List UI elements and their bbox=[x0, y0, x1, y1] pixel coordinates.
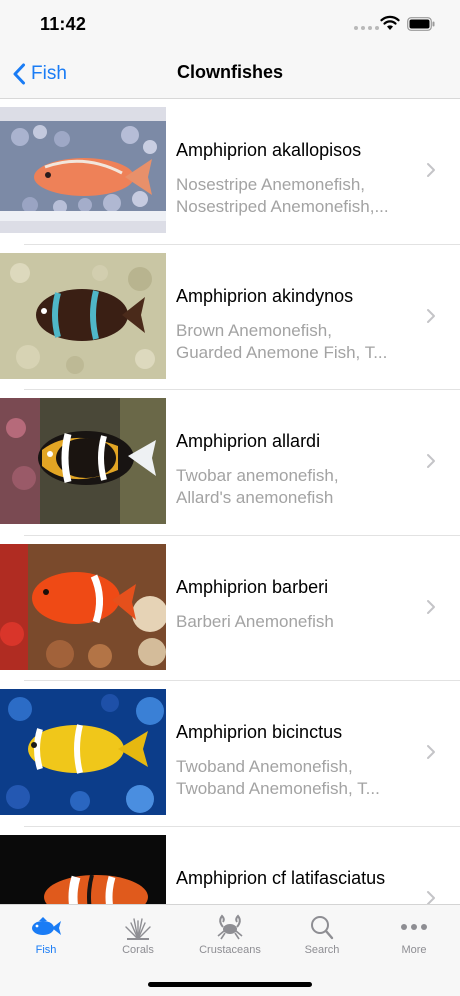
search-icon bbox=[311, 916, 334, 940]
list-item[interactable]: Amphiprion akallopisos Nosestripe Anemon… bbox=[0, 99, 460, 245]
cellular-signal-icon bbox=[354, 26, 379, 30]
fish-thumbnail bbox=[0, 543, 166, 670]
species-name: Amphiprion akindynos bbox=[176, 285, 354, 306]
more-icon bbox=[401, 924, 427, 930]
common-names-line: Twoband Anemonefish, bbox=[176, 757, 353, 777]
fish-thumbnail bbox=[0, 398, 166, 525]
chevron-right-icon bbox=[427, 599, 435, 614]
common-names-line: Twoband Anemonefish, T... bbox=[176, 779, 380, 799]
fish-thumbnail bbox=[0, 689, 166, 816]
fish-icon bbox=[32, 917, 61, 935]
common-names: Twoband Anemonefish, Twoband Anemonefish… bbox=[176, 756, 426, 800]
list-item[interactable]: Amphiprion bicinctus Twoband Anemonefish… bbox=[0, 681, 460, 827]
chevron-right-icon bbox=[427, 745, 435, 760]
species-name: Amphiprion akallopisos bbox=[176, 140, 362, 160]
list-item[interactable]: Amphiprion akindynos Brown Anemonefish, … bbox=[0, 245, 460, 391]
fish-thumbnail bbox=[0, 252, 166, 379]
tab-corals[interactable]: Corals bbox=[92, 905, 184, 965]
common-names-line: Nosestripe Anemonefish, bbox=[176, 175, 365, 194]
chevron-right-icon bbox=[427, 454, 435, 469]
common-names: Barberi Anemonefish bbox=[176, 611, 426, 633]
crab-icon bbox=[217, 914, 243, 940]
chevron-right-icon bbox=[427, 890, 435, 904]
status-time: 11:42 bbox=[40, 14, 87, 34]
common-names: Twobar anemonefish, Allard's anemonefish bbox=[176, 465, 426, 509]
tab-more[interactable]: More bbox=[368, 905, 460, 965]
common-names-line: Brown Anemonefish, bbox=[176, 320, 332, 340]
common-names: Brown Anemonefish, Guarded Anemone Fish,… bbox=[176, 320, 426, 364]
tab-label: More bbox=[401, 944, 427, 956]
tab-label: Corals bbox=[122, 944, 154, 956]
species-name: Amphiprion bicinctus bbox=[176, 722, 343, 743]
species-list[interactable]: Amphiprion akallopisos Nosestripe Anemon… bbox=[0, 99, 460, 904]
wifi-icon bbox=[380, 15, 400, 30]
tab-fish[interactable]: Fish bbox=[0, 905, 92, 965]
list-item[interactable]: Amphiprion barberi Barberi Anemonefish bbox=[0, 536, 460, 682]
home-indicator[interactable] bbox=[148, 982, 312, 987]
common-names-line: Guarded Anemone Fish, T... bbox=[176, 342, 388, 362]
species-name: Amphiprion barberi bbox=[176, 576, 329, 597]
navigation-bar: Fish Clownfishes bbox=[0, 48, 460, 99]
tab-label: Search bbox=[304, 944, 340, 956]
fish-thumbnail bbox=[0, 107, 166, 233]
chevron-right-icon bbox=[427, 308, 435, 323]
common-names-line: Barberi Anemonefish bbox=[176, 611, 334, 631]
tab-label: Fish bbox=[35, 944, 57, 956]
list-item[interactable]: Amphiprion allardi Twobar anemonefish, A… bbox=[0, 390, 460, 536]
common-names: Nosestripe Anemonefish, Nosestriped Anem… bbox=[176, 174, 426, 218]
list-item[interactable]: Amphiprion cf latifasciatus bbox=[0, 827, 460, 904]
tab-bar: Fish Corals Crustaceans Search More bbox=[0, 904, 460, 996]
status-bar: 11:42 bbox=[0, 0, 460, 48]
common-names-line: Allard's anemonefish bbox=[176, 488, 334, 508]
page-title: Clownfishes bbox=[176, 62, 283, 82]
fish-thumbnail bbox=[0, 834, 166, 904]
chevron-right-icon bbox=[427, 163, 435, 177]
species-name: Amphiprion cf latifasciatus bbox=[176, 867, 386, 888]
tab-label: Crustaceans bbox=[199, 944, 261, 956]
tab-crustaceans[interactable]: Crustaceans bbox=[184, 905, 276, 965]
coral-icon bbox=[125, 918, 151, 940]
battery-icon bbox=[407, 17, 435, 31]
species-name: Amphiprion allardi bbox=[176, 431, 321, 452]
common-names-line: Nosestriped Anemonefish,... bbox=[176, 197, 389, 216]
tab-search[interactable]: Search bbox=[276, 905, 368, 965]
common-names-line: Twobar anemonefish, bbox=[176, 466, 339, 486]
